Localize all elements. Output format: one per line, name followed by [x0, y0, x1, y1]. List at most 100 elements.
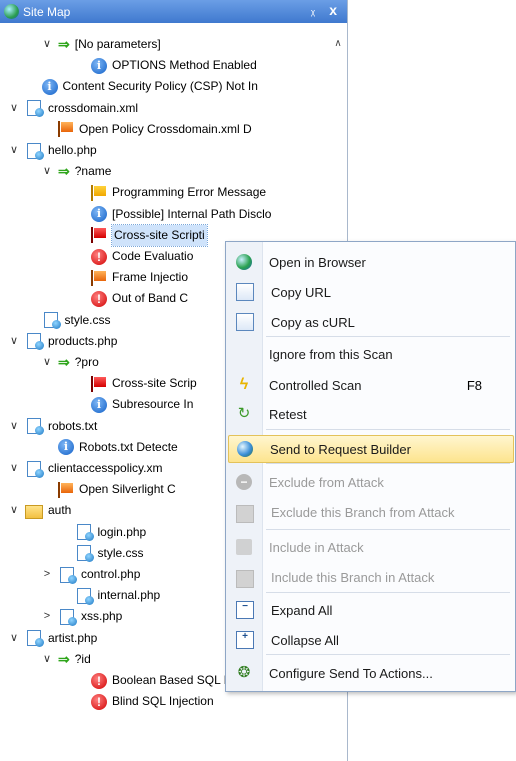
- menu-separator: [266, 336, 510, 337]
- tree-node[interactable]: login.php: [75, 522, 146, 543]
- tree-node[interactable]: ! Blind SQL Injection: [91, 691, 214, 712]
- retest-icon: ↻: [237, 405, 251, 422]
- tree-node-label: Open Policy Crossdomain.xml D: [79, 121, 252, 136]
- menu-item-copy-as-curl[interactable]: Copy as cURL: [228, 309, 512, 335]
- tree-node[interactable]: internal.php: [75, 585, 160, 606]
- tree-node[interactable]: Open Policy Crossdomain.xml D: [58, 119, 252, 140]
- include-icon: [236, 539, 252, 555]
- menu-item-expand-all[interactable]: − Expand All: [228, 597, 512, 623]
- tree-node-label: [Possible] Internal Path Disclo: [112, 206, 272, 221]
- menu-item-include-in-attack[interactable]: Include in Attack: [228, 534, 512, 560]
- tree-node[interactable]: ∨ crossdomain.xml: [8, 98, 138, 119]
- tree-node[interactable]: style.css: [75, 543, 144, 564]
- tree-node[interactable]: ∨ ⇒ ?pro: [41, 352, 99, 373]
- collapse-chevron-icon[interactable]: ∨: [8, 98, 20, 119]
- tree-node[interactable]: i [Possible] Internal Path Disclo: [91, 204, 271, 225]
- menu-item-exclude-from-attack[interactable]: − Exclude from Attack: [228, 469, 512, 495]
- collapse-chevron-icon[interactable]: ∨: [41, 352, 53, 373]
- collapse-chevron-icon[interactable]: ∨: [8, 331, 20, 352]
- tree-node[interactable]: Open Silverlight C: [58, 479, 176, 500]
- blank-icon: [236, 346, 252, 362]
- tree-node[interactable]: i Subresource In: [91, 394, 193, 415]
- collapse-chevron-icon[interactable]: ∨: [8, 500, 20, 521]
- expand-chevron-icon[interactable]: >: [41, 564, 53, 585]
- tree-node[interactable]: ∨ hello.php: [8, 140, 97, 161]
- page-icon: [43, 312, 61, 330]
- collapse-chevron-icon[interactable]: ∨: [8, 416, 20, 437]
- pin-icon[interactable]: ᵪ: [311, 3, 315, 17]
- tree-node-label: control.php: [81, 567, 141, 581]
- arrow-icon: ⇒: [58, 163, 70, 180]
- critical-icon: !: [91, 290, 107, 307]
- medium-flag-icon: [91, 269, 107, 286]
- high-flag-icon: [91, 227, 107, 244]
- tree-node-label: Robots.txt Detecte: [79, 439, 178, 454]
- tree-node[interactable]: Cross-site Scrip: [91, 373, 197, 394]
- info-icon: i: [91, 57, 107, 74]
- critical-icon: !: [91, 693, 107, 710]
- tree-node[interactable]: ∨ ⇒ ?name: [41, 161, 111, 182]
- tree-node[interactable]: ! Code Evaluatio: [91, 246, 193, 267]
- tree-node[interactable]: ∨ products.php: [8, 331, 117, 352]
- collapse-chevron-icon[interactable]: ∨: [41, 161, 53, 182]
- page-icon: [27, 418, 44, 436]
- tree-node-label: Subresource In: [112, 397, 194, 412]
- menu-item-copy-url[interactable]: Copy URL: [228, 279, 512, 305]
- tree-node-label: Blind SQL Injection: [112, 694, 214, 709]
- tree-node[interactable]: Cross-site Scripti: [91, 223, 208, 247]
- tree-node-label: ?name: [74, 164, 112, 179]
- menu-item-label: Ignore from this Scan: [269, 346, 393, 362]
- tree-node[interactable]: Programming Error Message: [91, 182, 266, 203]
- menu-item-controlled-scan[interactable]: ϟ Controlled Scan F8: [228, 372, 512, 398]
- collapse-chevron-icon[interactable]: ∨: [8, 458, 20, 479]
- copy-icon: [236, 283, 254, 301]
- tree-node[interactable]: ∨ ⇒ ?id: [41, 649, 91, 670]
- menu-item-retest[interactable]: ↻ Retest: [228, 401, 512, 427]
- tree-node[interactable]: ∨ ⇒ [No parameters]: [41, 34, 161, 55]
- collapse-chevron-icon[interactable]: ∨: [41, 649, 53, 670]
- tree-node[interactable]: i OPTIONS Method Enabled: [91, 55, 257, 76]
- menu-item-collapse-all[interactable]: + Collapse All: [228, 627, 512, 653]
- tree-node[interactable]: > control.php: [41, 564, 140, 585]
- menu-item-include-this-branch-in-attack[interactable]: Include this Branch in Attack: [228, 564, 512, 590]
- menu-item-ignore-from-this-scan[interactable]: Ignore from this Scan: [228, 341, 512, 367]
- medium-flag-icon: [58, 121, 74, 138]
- tree-node[interactable]: ∨ artist.php: [8, 628, 97, 649]
- globe-icon: [236, 254, 252, 270]
- copy-icon: [236, 313, 254, 331]
- menu-item-label: Expand All: [271, 602, 333, 618]
- close-icon[interactable]: x: [329, 2, 337, 18]
- info-icon: i: [58, 439, 74, 456]
- menu-item-label: Collapse All: [271, 632, 339, 648]
- medium-flag-icon: [58, 481, 74, 498]
- collapse-chevron-icon[interactable]: ∨: [8, 628, 20, 649]
- tree-node[interactable]: ∨ clientaccesspolicy.xm: [8, 458, 162, 479]
- tree-node-label: Content Security Policy (CSP) Not In: [62, 79, 258, 94]
- tree-node[interactable]: ! Out of Band C: [91, 288, 188, 309]
- tree-node[interactable]: ∨ robots.txt: [8, 416, 97, 437]
- scroll-up-icon[interactable]: ∧: [332, 38, 344, 49]
- expand-chevron-icon[interactable]: >: [41, 606, 53, 627]
- collapse-chevron-icon[interactable]: ∨: [8, 140, 20, 161]
- collapse-chevron-icon[interactable]: ∨: [41, 34, 53, 55]
- menu-item-open-in-browser[interactable]: Open in Browser: [228, 249, 512, 275]
- arrow-icon: ⇒: [58, 354, 70, 370]
- tree-node[interactable]: Frame Injectio: [91, 267, 188, 288]
- menu-item-configure-send-to-actions[interactable]: ❂ Configure Send To Actions...: [228, 660, 512, 686]
- tree-node[interactable]: i Content Security Policy (CSP) Not In: [41, 76, 258, 97]
- menu-separator: [266, 592, 510, 593]
- tree-node[interactable]: style.css: [42, 310, 111, 331]
- collapse-icon: +: [236, 631, 254, 649]
- tree-node[interactable]: i Robots.txt Detecte: [58, 437, 178, 458]
- tree-node-label: xss.php: [81, 609, 123, 624]
- tree-node[interactable]: > xss.php: [41, 606, 122, 627]
- tree-node-label: Code Evaluatio: [112, 249, 194, 263]
- menu-item-label: Send to Request Builder: [270, 441, 411, 457]
- include-branch-icon: [236, 569, 254, 588]
- menu-item-exclude-this-branch-from-attack[interactable]: Exclude this Branch from Attack: [228, 499, 512, 525]
- menu-item-send-to-request-builder[interactable]: Send to Request Builder: [228, 435, 514, 463]
- tree-node-label: crossdomain.xml: [48, 100, 139, 115]
- menu-shortcut: F8: [466, 377, 482, 393]
- info-icon: i: [91, 396, 107, 413]
- tree-node[interactable]: ∨ auth: [8, 500, 71, 521]
